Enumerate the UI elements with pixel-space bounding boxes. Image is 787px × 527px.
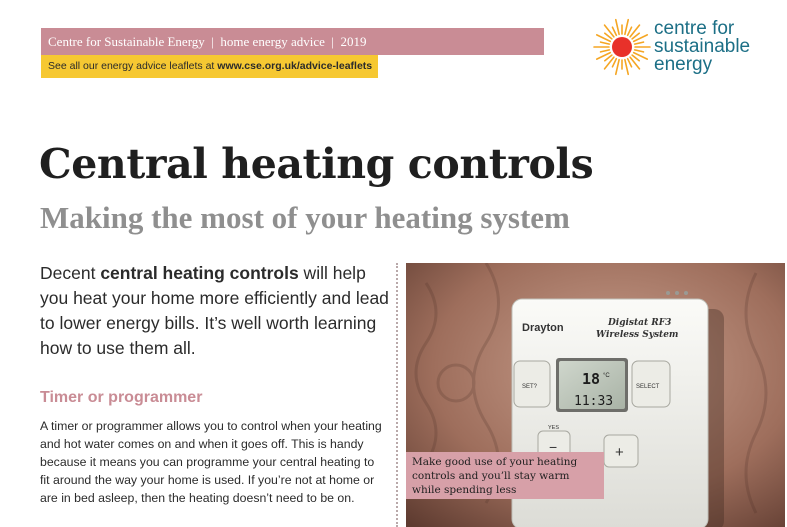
advice-leaflets-link[interactable]: www.cse.org.uk/advice-leaflets (217, 60, 372, 72)
sun-ray (614, 58, 620, 76)
section-body: A timer or programmer allows you to cont… (40, 419, 382, 505)
column-divider (396, 263, 398, 527)
sun-ray (614, 18, 620, 36)
link-prefix: See all our energy advice leaflets at (48, 60, 218, 72)
advice-link-bar[interactable]: See all our energy advice leaflets at ww… (41, 55, 378, 78)
page-title: Central heating controls (39, 140, 594, 188)
header-separator: | (331, 34, 334, 49)
sun-ray (611, 57, 618, 68)
cse-logo: centre for sustainable energy (590, 14, 780, 80)
sun-ray (633, 41, 645, 45)
sun-ray (624, 58, 630, 76)
intro-paragraph: Decent central heating controls will hel… (40, 261, 392, 361)
sun-logo-icon (593, 18, 651, 76)
set-button-label: SET? (522, 384, 538, 390)
sun-ray (626, 57, 633, 68)
sun-ray (599, 49, 611, 53)
time-readout: 11:33 (574, 394, 613, 409)
sun-ray (626, 26, 633, 37)
header-series: home energy advice (220, 34, 325, 49)
intro-emphasis: central heating controls (100, 263, 299, 283)
temperature-readout: 18 (582, 370, 600, 388)
header-year: 2019 (340, 34, 367, 49)
brand-label: Drayton (522, 322, 564, 334)
logo-wordmark: centre for sustainable energy (654, 19, 750, 75)
logo-line: energy (654, 54, 713, 75)
sun-ray (633, 49, 645, 53)
header-org: Centre for Sustainable Energy (48, 34, 205, 49)
select-button-label: SELECT (636, 384, 660, 390)
header-separator: | (211, 34, 214, 49)
yes-label: YES (548, 425, 559, 431)
photo-caption: Make good use of your heating controls a… (406, 452, 604, 499)
model-label: Digistat RF3 (607, 318, 671, 328)
plus-label: + (615, 444, 624, 461)
sun-ray (599, 41, 611, 45)
temperature-unit: °C (603, 373, 610, 379)
model-label: Wireless System (596, 330, 678, 340)
sun-ray (611, 26, 618, 37)
page-subtitle: Making the most of your heating system (40, 200, 570, 235)
section-heading: Timer or programmer (40, 389, 203, 406)
header-bar: Centre for Sustainable Energy | home ene… (41, 28, 544, 55)
intro-text: Decent (40, 263, 101, 283)
sun-ray (624, 18, 630, 36)
